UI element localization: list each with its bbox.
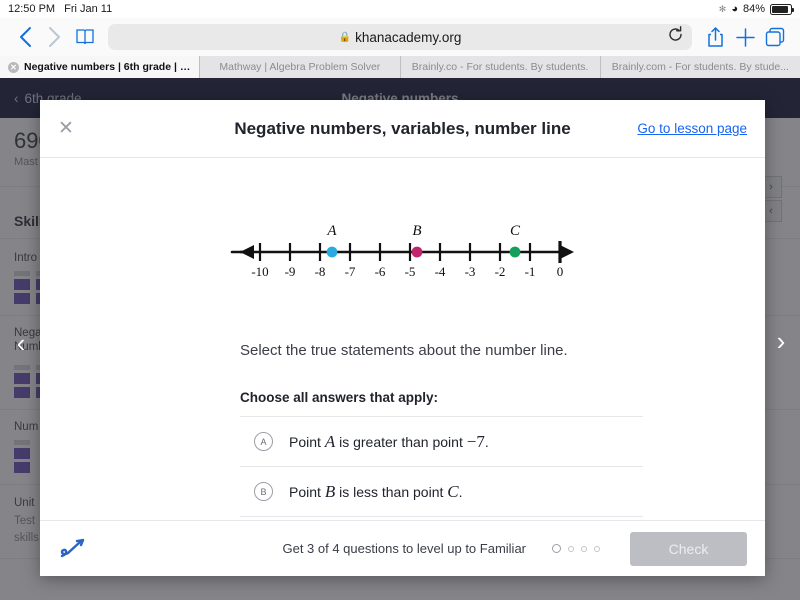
browser-tab-3[interactable]: Brainly.com - For students. By stude... (600, 56, 800, 78)
browser-toolbar: 🔒 khanacademy.org (0, 18, 800, 56)
bluetooth-icon: ✻ (718, 3, 727, 14)
wifi-icon: ◕ (731, 3, 738, 15)
point-b-marker (411, 246, 422, 258)
browser-tab-0[interactable]: ✕ Negative numbers | 6th grade | M... (0, 56, 201, 78)
number-line-svg: -10 -9 -8 -7 -6 -5 -4 -3 -2 -1 0 A B C (230, 223, 574, 279)
check-button[interactable]: Check (630, 531, 747, 566)
modal-header: ✕ Negative numbers, variables, number li… (40, 100, 765, 158)
ios-status-bar: 12:50 PM Fri Jan 11 ✻ ◕ 84% (0, 0, 800, 18)
level-up-message: Get 3 of 4 questions to level up to Fami… (282, 541, 526, 556)
url-text: khanacademy.org (355, 29, 462, 45)
battery-percent: 84% (742, 3, 765, 15)
scratchpad-pencil-icon[interactable] (58, 538, 92, 560)
choice-text-a: Point A is greater than point −7. (289, 432, 489, 452)
modal-footer: Get 3 of 4 questions to level up to Fami… (40, 520, 765, 576)
lock-icon: 🔒 (338, 31, 352, 43)
svg-text:-1: -1 (524, 264, 535, 279)
svg-text:0: 0 (556, 264, 563, 279)
svg-text:-7: -7 (344, 264, 355, 279)
choice-mid: is less than point (335, 483, 448, 500)
tab-label: Negative numbers | 6th grade | M... (24, 61, 192, 73)
close-icon[interactable]: ✕ (8, 61, 19, 73)
exercise-modal: ✕ Negative numbers, variables, number li… (40, 100, 765, 576)
reload-icon[interactable] (668, 26, 683, 48)
go-to-lesson-page-link[interactable]: Go to lesson page (637, 121, 747, 136)
answer-choice-c[interactable]: C None of the above (240, 516, 643, 520)
nav-prev-chevron-icon[interactable]: ‹ (8, 328, 34, 359)
choice-letter-b: B (254, 482, 273, 501)
choice-prefix: Point (289, 433, 325, 450)
status-time: 12:50 PM (8, 3, 56, 15)
tab-label: Brainly.co - For students. By students. (411, 61, 589, 73)
svg-text:-9: -9 (284, 264, 295, 279)
answer-choice-b[interactable]: B Point B is less than point C. (240, 466, 643, 516)
point-a-label: A (326, 223, 337, 239)
svg-text:-6: -6 (374, 264, 385, 279)
tab-strip: ✕ Negative numbers | 6th grade | M... Ma… (0, 56, 800, 78)
choice-suffix: . (484, 433, 489, 450)
point-c-marker (509, 246, 520, 258)
choice-mid: is greater than point (335, 433, 467, 450)
progress-dot (581, 545, 587, 552)
point-a-marker (326, 246, 337, 258)
point-c-label: C (509, 223, 520, 239)
battery-icon (770, 3, 794, 15)
point-b-label: B (412, 223, 421, 239)
share-icon[interactable] (700, 22, 730, 52)
browser-tab-1[interactable]: Mathway | Algebra Problem Solver (200, 56, 401, 78)
answer-choices: A Point A is greater than point −7. B Po… (240, 416, 643, 520)
forward-chevron-icon[interactable] (40, 22, 70, 52)
svg-text:-2: -2 (494, 264, 505, 279)
question-prompt: Select the true statements about the num… (240, 342, 568, 359)
back-chevron-icon[interactable] (10, 22, 40, 52)
progress-dot (568, 545, 574, 552)
progress-dot (594, 545, 600, 552)
svg-text:-10: -10 (251, 264, 268, 279)
book-icon[interactable] (70, 22, 100, 52)
svg-text:-4: -4 (434, 264, 445, 279)
status-date: Fri Jan 11 (64, 3, 113, 15)
choice-number: −7 (466, 431, 485, 451)
progress-dots (552, 544, 600, 553)
instruction-text: Choose all answers that apply: (240, 390, 439, 405)
answer-choice-a[interactable]: A Point A is greater than point −7. (240, 416, 643, 466)
choice-number: C (447, 481, 459, 501)
number-line-figure: -10 -9 -8 -7 -6 -5 -4 -3 -2 -1 0 A B C (40, 222, 765, 284)
modal-body: -10 -9 -8 -7 -6 -5 -4 -3 -2 -1 0 A B C S… (40, 158, 765, 520)
svg-text:-8: -8 (314, 264, 325, 279)
progress-dot (552, 544, 561, 553)
choice-text-b: Point B is less than point C. (289, 482, 463, 502)
browser-tab-2[interactable]: Brainly.co - For students. By students. (400, 56, 601, 78)
svg-text:-3: -3 (464, 264, 475, 279)
choice-suffix: . (458, 483, 463, 500)
choice-prefix: Point (289, 483, 325, 500)
tabs-icon[interactable] (760, 22, 790, 52)
choice-variable: B (324, 481, 336, 501)
close-icon[interactable]: ✕ (58, 117, 82, 140)
screen: 12:50 PM Fri Jan 11 ✻ ◕ 84% 🔒 khanacadem… (0, 0, 800, 600)
svg-text:-5: -5 (404, 264, 415, 279)
choice-letter-a: A (254, 432, 273, 451)
tab-label: Brainly.com - For students. By stude... (611, 61, 789, 73)
choice-variable: A (324, 431, 336, 451)
tab-label: Mathway | Algebra Problem Solver (219, 61, 381, 73)
nav-next-chevron-icon[interactable]: › (768, 326, 794, 357)
address-bar[interactable]: 🔒 khanacademy.org (108, 24, 692, 50)
plus-icon[interactable] (730, 22, 760, 52)
